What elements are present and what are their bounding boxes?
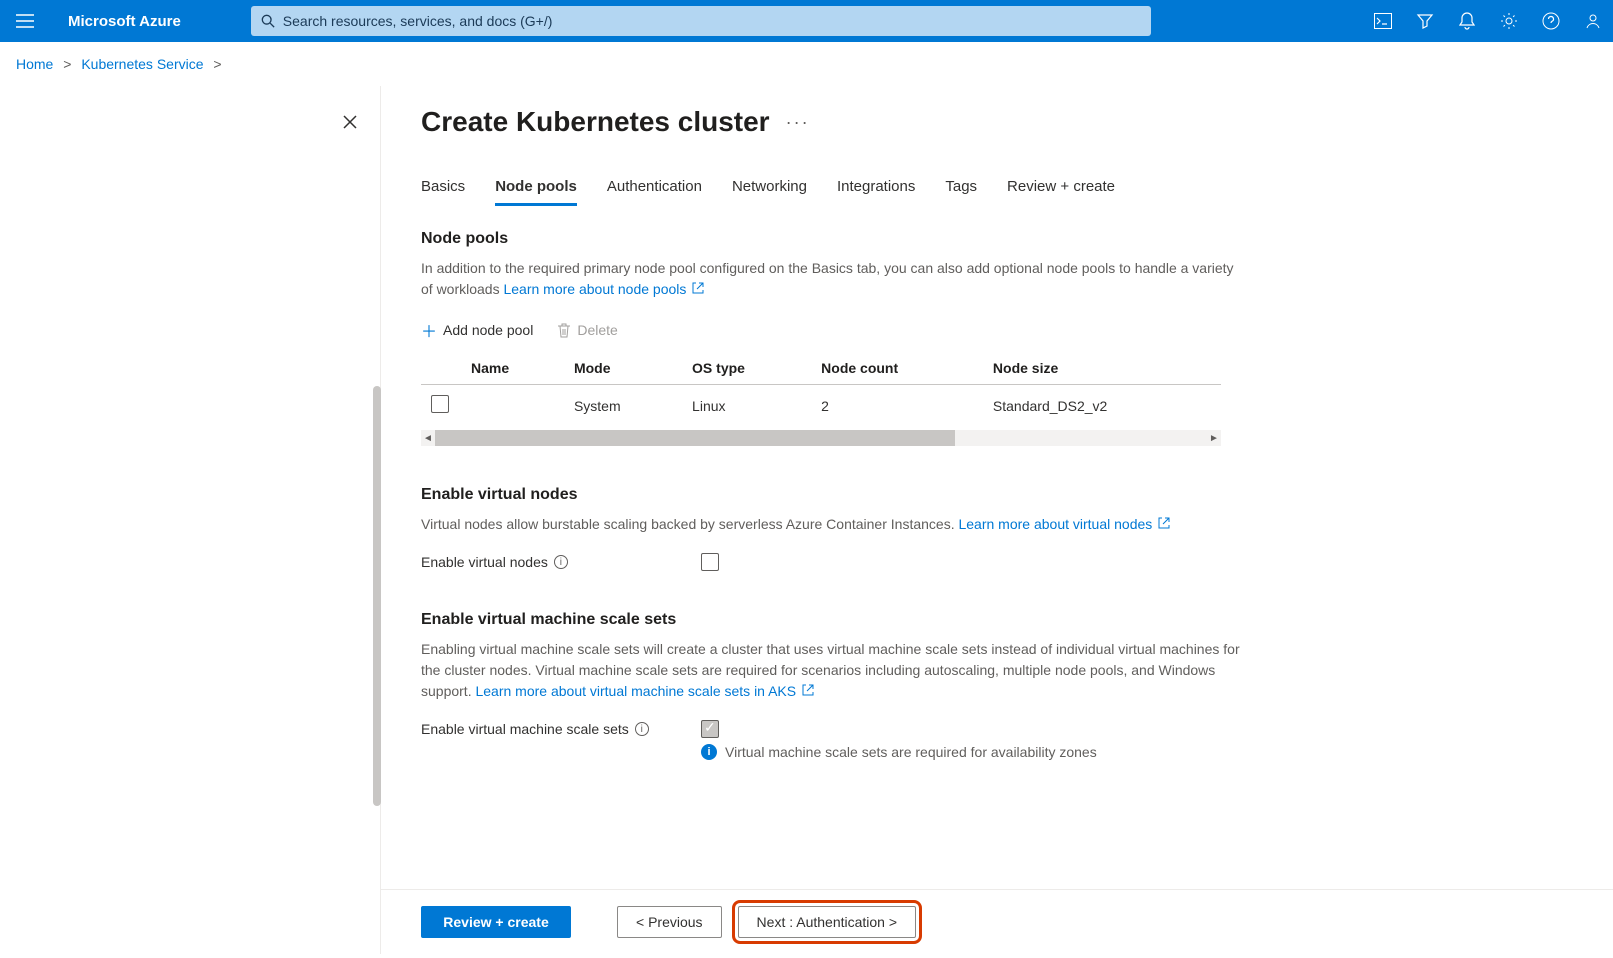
enable-virtual-nodes-label-text: Enable virtual nodes: [421, 554, 548, 570]
nodepools-learn-link[interactable]: Learn more about node pools: [503, 281, 704, 297]
brand-label: Microsoft Azure: [68, 13, 181, 30]
add-node-pool-button[interactable]: ＋ Add node pool: [421, 318, 533, 342]
nodepools-heading: Node pools: [421, 230, 1573, 248]
cell-name: [461, 385, 564, 427]
breadcrumb-separator: >: [63, 56, 71, 72]
info-blue-icon: i: [701, 744, 717, 760]
enable-vmss-label-text: Enable virtual machine scale sets: [421, 721, 629, 737]
tab-authentication[interactable]: Authentication: [607, 178, 702, 206]
nodepool-toolbar: ＋ Add node pool Delete: [421, 318, 1573, 342]
left-spacer: [0, 86, 320, 954]
footer-nav-group: < Previous Next : Authentication >: [617, 906, 916, 938]
enable-virtual-nodes-checkbox[interactable]: [701, 553, 719, 571]
col-mode: Mode: [564, 352, 682, 385]
table-row[interactable]: System Linux 2 Standard_DS2_v2: [421, 385, 1221, 427]
tab-networking[interactable]: Networking: [732, 178, 807, 206]
table-header-row: Name Mode OS type Node count Node size: [421, 352, 1221, 385]
notifications-icon[interactable]: [1457, 11, 1477, 31]
tab-integrations[interactable]: Integrations: [837, 178, 915, 206]
external-link-icon: [802, 684, 814, 696]
vmss-learn-link[interactable]: Learn more about virtual machine scale s…: [475, 683, 814, 699]
vmss-description: Enabling virtual machine scale sets will…: [421, 639, 1241, 702]
col-node-count: Node count: [811, 352, 983, 385]
top-header: Microsoft Azure: [0, 0, 1613, 42]
cell-os: Linux: [682, 385, 811, 427]
tab-review-create[interactable]: Review + create: [1007, 178, 1115, 206]
virtualnodes-learn-link-text: Learn more about virtual nodes: [958, 516, 1152, 532]
content-wrap: Create Kubernetes cluster ··· Basics Nod…: [380, 86, 1613, 954]
wizard-footer: Review + create < Previous Next : Authen…: [381, 889, 1613, 954]
enable-virtual-nodes-row: Enable virtual nodes i: [421, 553, 1573, 571]
plus-icon: ＋: [421, 318, 437, 342]
header-icon-group: [1373, 11, 1603, 31]
horizontal-scrollbar[interactable]: ◄ ►: [421, 430, 1221, 446]
delete-node-pool-button[interactable]: Delete: [557, 322, 617, 338]
enable-vmss-row: Enable virtual machine scale sets i: [421, 720, 1573, 738]
filter-icon[interactable]: [1415, 11, 1435, 31]
external-link-icon: [1158, 517, 1170, 529]
info-icon[interactable]: i: [635, 722, 649, 736]
review-create-button[interactable]: Review + create: [421, 906, 571, 938]
col-name: Name: [461, 352, 564, 385]
cell-count: 2: [811, 385, 983, 427]
virtualnodes-description-text: Virtual nodes allow burstable scaling ba…: [421, 516, 955, 532]
vmss-heading: Enable virtual machine scale sets: [421, 611, 1573, 629]
virtual-nodes-section: Enable virtual nodes Virtual nodes allow…: [421, 486, 1573, 571]
search-input[interactable]: [283, 13, 1141, 29]
tab-basics[interactable]: Basics: [421, 178, 465, 206]
breadcrumb-home[interactable]: Home: [16, 56, 53, 72]
title-row: Create Kubernetes cluster ···: [421, 106, 1573, 138]
delete-node-pool-label: Delete: [577, 322, 617, 338]
main-area: Create Kubernetes cluster ··· Basics Nod…: [0, 86, 1613, 954]
virtualnodes-learn-link[interactable]: Learn more about virtual nodes: [958, 516, 1170, 532]
enable-vmss-checkbox[interactable]: [701, 720, 719, 738]
breadcrumb-service[interactable]: Kubernetes Service: [81, 56, 203, 72]
virtualnodes-description: Virtual nodes allow burstable scaling ba…: [421, 514, 1241, 535]
vmss-learn-link-text: Learn more about virtual machine scale s…: [475, 683, 796, 699]
col-os-type: OS type: [682, 352, 811, 385]
help-icon[interactable]: [1541, 11, 1561, 31]
hamburger-menu-icon[interactable]: [10, 6, 40, 36]
nodepool-table: Name Mode OS type Node count Node size S…: [421, 352, 1221, 426]
info-icon[interactable]: i: [554, 555, 568, 569]
col-node-size: Node size: [983, 352, 1221, 385]
previous-button[interactable]: < Previous: [617, 906, 722, 938]
page-title: Create Kubernetes cluster: [421, 106, 770, 138]
scroll-left-arrow-icon[interactable]: ◄: [421, 430, 435, 446]
enable-vmss-label: Enable virtual machine scale sets i: [421, 721, 701, 737]
close-blade-button[interactable]: [338, 110, 362, 134]
nodepools-description: In addition to the required primary node…: [421, 258, 1241, 300]
cloud-shell-icon[interactable]: [1373, 11, 1393, 31]
vmss-hint-row: i Virtual machine scale sets are require…: [701, 744, 1573, 760]
search-icon: [261, 14, 275, 28]
breadcrumb: Home > Kubernetes Service >: [0, 42, 1613, 86]
tab-tags[interactable]: Tags: [945, 178, 977, 206]
nodepools-learn-link-text: Learn more about node pools: [503, 281, 686, 297]
virtualnodes-heading: Enable virtual nodes: [421, 486, 1573, 504]
external-link-icon: [692, 282, 704, 294]
cell-size: Standard_DS2_v2: [983, 385, 1221, 427]
trash-icon: [557, 322, 571, 338]
scroll-right-arrow-icon[interactable]: ►: [1207, 430, 1221, 446]
vertical-scrollbar[interactable]: [373, 386, 381, 806]
tab-bar: Basics Node pools Authentication Network…: [421, 178, 1573, 206]
scroll-thumb[interactable]: [435, 430, 955, 446]
enable-virtual-nodes-label: Enable virtual nodes i: [421, 554, 701, 570]
cell-mode: System: [564, 385, 682, 427]
more-actions-icon[interactable]: ···: [786, 112, 810, 133]
tab-node-pools[interactable]: Node pools: [495, 178, 577, 206]
global-search[interactable]: [251, 6, 1151, 36]
row-checkbox[interactable]: [431, 395, 449, 413]
vmss-hint-text: Virtual machine scale sets are required …: [725, 744, 1097, 760]
breadcrumb-separator: >: [213, 56, 221, 72]
next-button[interactable]: Next : Authentication >: [738, 906, 916, 938]
vmss-section: Enable virtual machine scale sets Enabli…: [421, 611, 1573, 760]
add-node-pool-label: Add node pool: [443, 322, 533, 338]
content: Create Kubernetes cluster ··· Basics Nod…: [381, 86, 1613, 889]
settings-icon[interactable]: [1499, 11, 1519, 31]
account-icon[interactable]: [1583, 11, 1603, 31]
close-column: [320, 86, 380, 954]
